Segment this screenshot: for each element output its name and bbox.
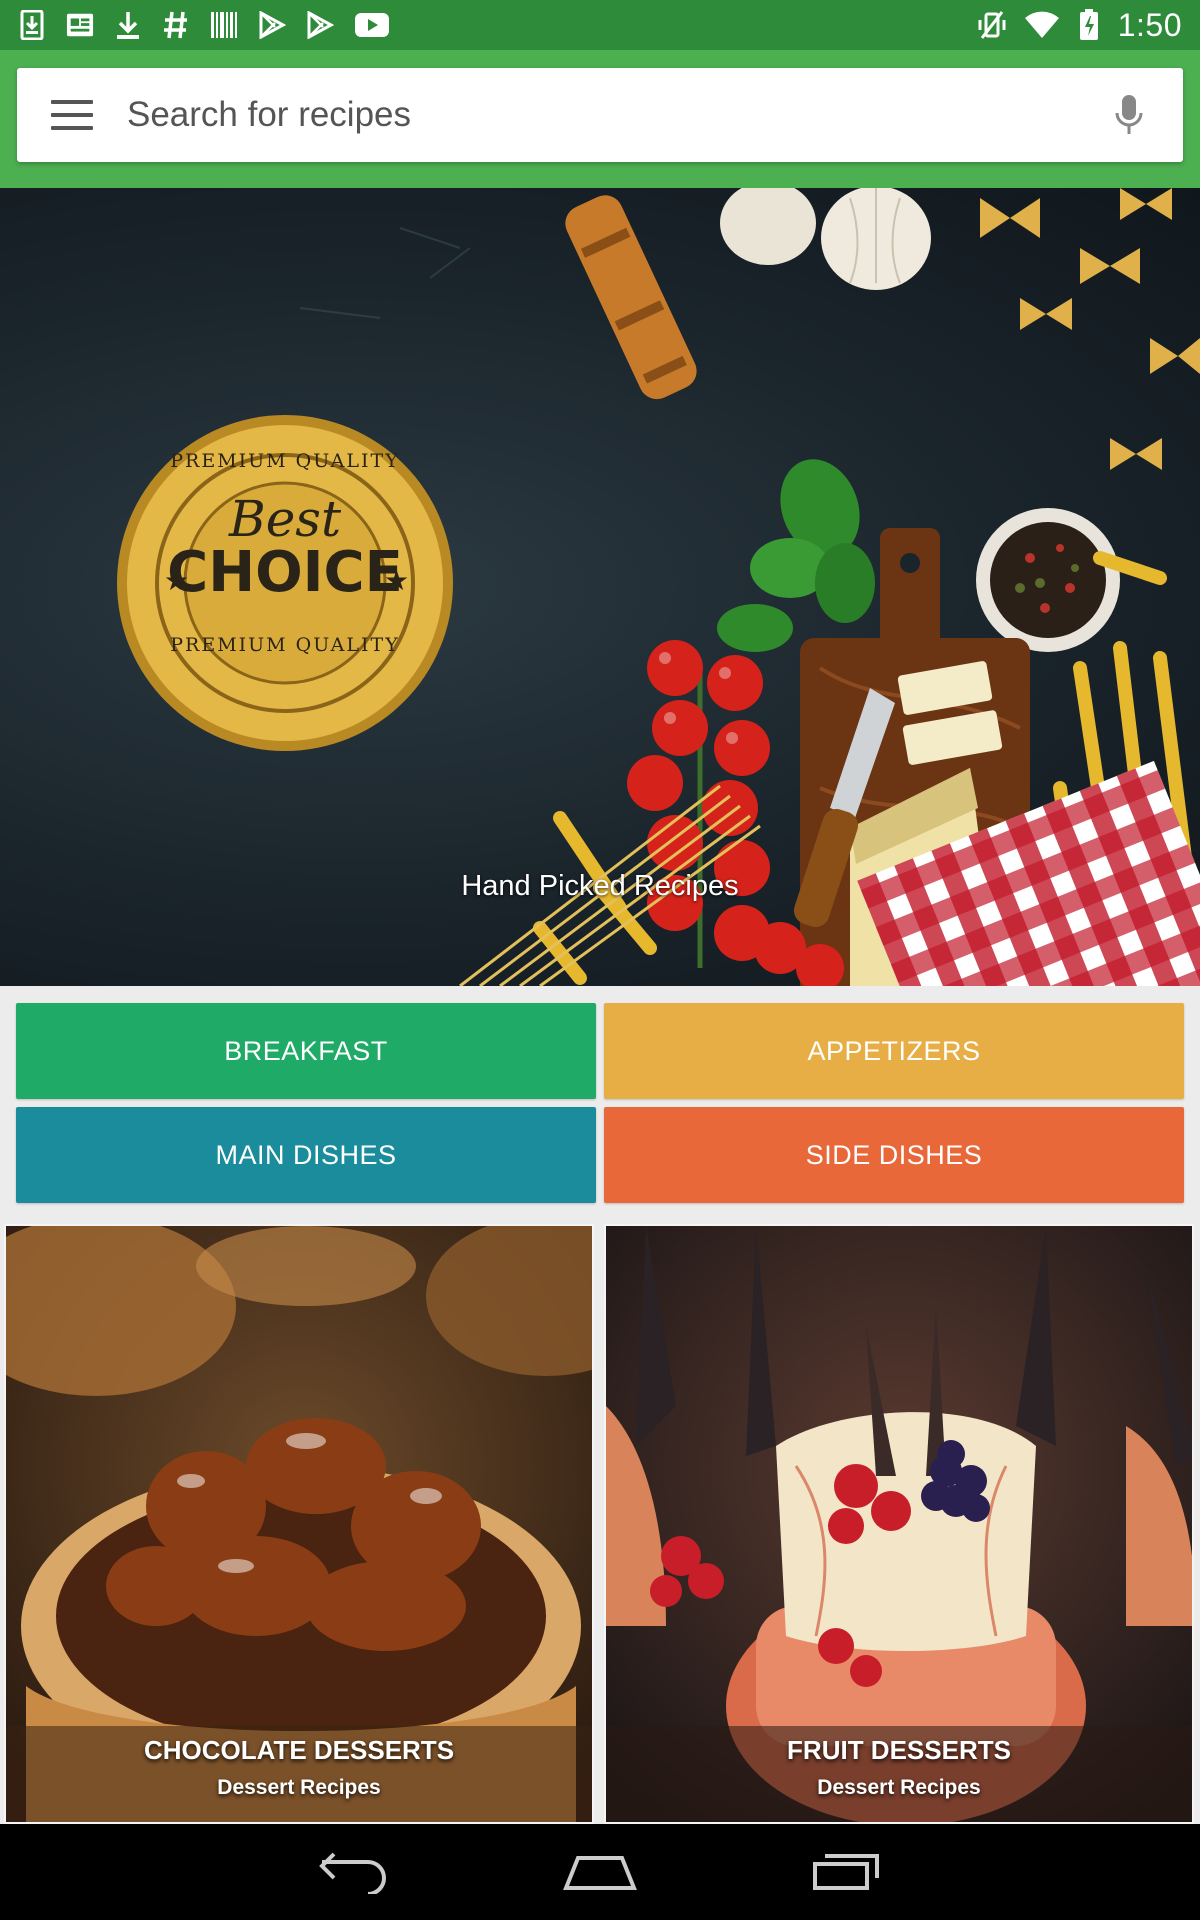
card-subtitle: Dessert Recipes <box>217 1776 381 1799</box>
notification-icons <box>18 10 390 40</box>
hero-caption: Hand Picked Recipes <box>461 870 739 902</box>
youtube-icon <box>354 10 390 40</box>
recipe-cards: CHOCOLATE DESSERTS Dessert Recipes FRUIT… <box>0 1224 1200 1824</box>
vibrate-icon <box>978 10 1006 40</box>
hero-banner[interactable]: ★ ★ PREMIUM QUALITY Best CHOICE PREMIUM … <box>0 188 1200 986</box>
search-input[interactable] <box>127 85 1109 145</box>
navigation-bar <box>0 1824 1200 1920</box>
hashtag-icon <box>162 10 190 40</box>
category-grid: BREAKFAST APPETIZERS MAIN DISHES SIDE DI… <box>16 1003 1184 1203</box>
barcode-icon <box>210 10 238 40</box>
app-bar <box>0 50 1200 188</box>
back-icon[interactable] <box>306 1842 402 1902</box>
clock: 1:50 <box>1117 6 1182 43</box>
recents-icon[interactable] <box>798 1842 894 1902</box>
appetizers-button[interactable]: APPETIZERS <box>604 1003 1184 1099</box>
recipe-card-fruit-desserts[interactable]: FRUIT DESSERTS Dessert Recipes <box>604 1224 1194 1824</box>
screen: 1:50 Search for recipes ★ ★ PREMIUM QUAL… <box>0 0 1200 1920</box>
system-icons: 1:50 <box>978 7 1182 44</box>
download-notification-icon <box>18 10 46 40</box>
news-icon <box>66 10 94 40</box>
play-store-icon <box>306 10 334 40</box>
status-bar: 1:50 <box>0 0 1200 50</box>
main-dishes-button[interactable]: MAIN DISHES <box>16 1107 596 1203</box>
recipe-card-chocolate-desserts[interactable]: CHOCOLATE DESSERTS Dessert Recipes <box>4 1224 594 1824</box>
wifi-icon <box>1024 10 1060 40</box>
home-icon[interactable] <box>552 1842 648 1902</box>
badge-script-text: Best <box>228 490 342 548</box>
card-subtitle: Dessert Recipes <box>817 1776 981 1799</box>
badge-bottom-text: PREMIUM QUALITY <box>170 634 400 656</box>
download-icon <box>114 10 142 40</box>
card-title: FRUIT DESSERTS <box>787 1735 1011 1765</box>
microphone-icon[interactable] <box>1109 90 1149 140</box>
badge-top-text: PREMIUM QUALITY <box>170 450 400 472</box>
side-dishes-button[interactable]: SIDE DISHES <box>604 1107 1184 1203</box>
hamburger-menu-icon[interactable] <box>51 100 93 130</box>
badge-text: PREMIUM QUALITY Best CHOICE PREMIUM QUAL… <box>117 450 453 656</box>
play-store-icon <box>258 10 286 40</box>
card-title: CHOCOLATE DESSERTS <box>143 1735 455 1765</box>
breakfast-button[interactable]: BREAKFAST <box>16 1003 596 1099</box>
battery-charging-icon <box>1078 9 1100 40</box>
search-bar <box>17 68 1183 162</box>
badge-main-text: CHOICE <box>167 540 403 605</box>
